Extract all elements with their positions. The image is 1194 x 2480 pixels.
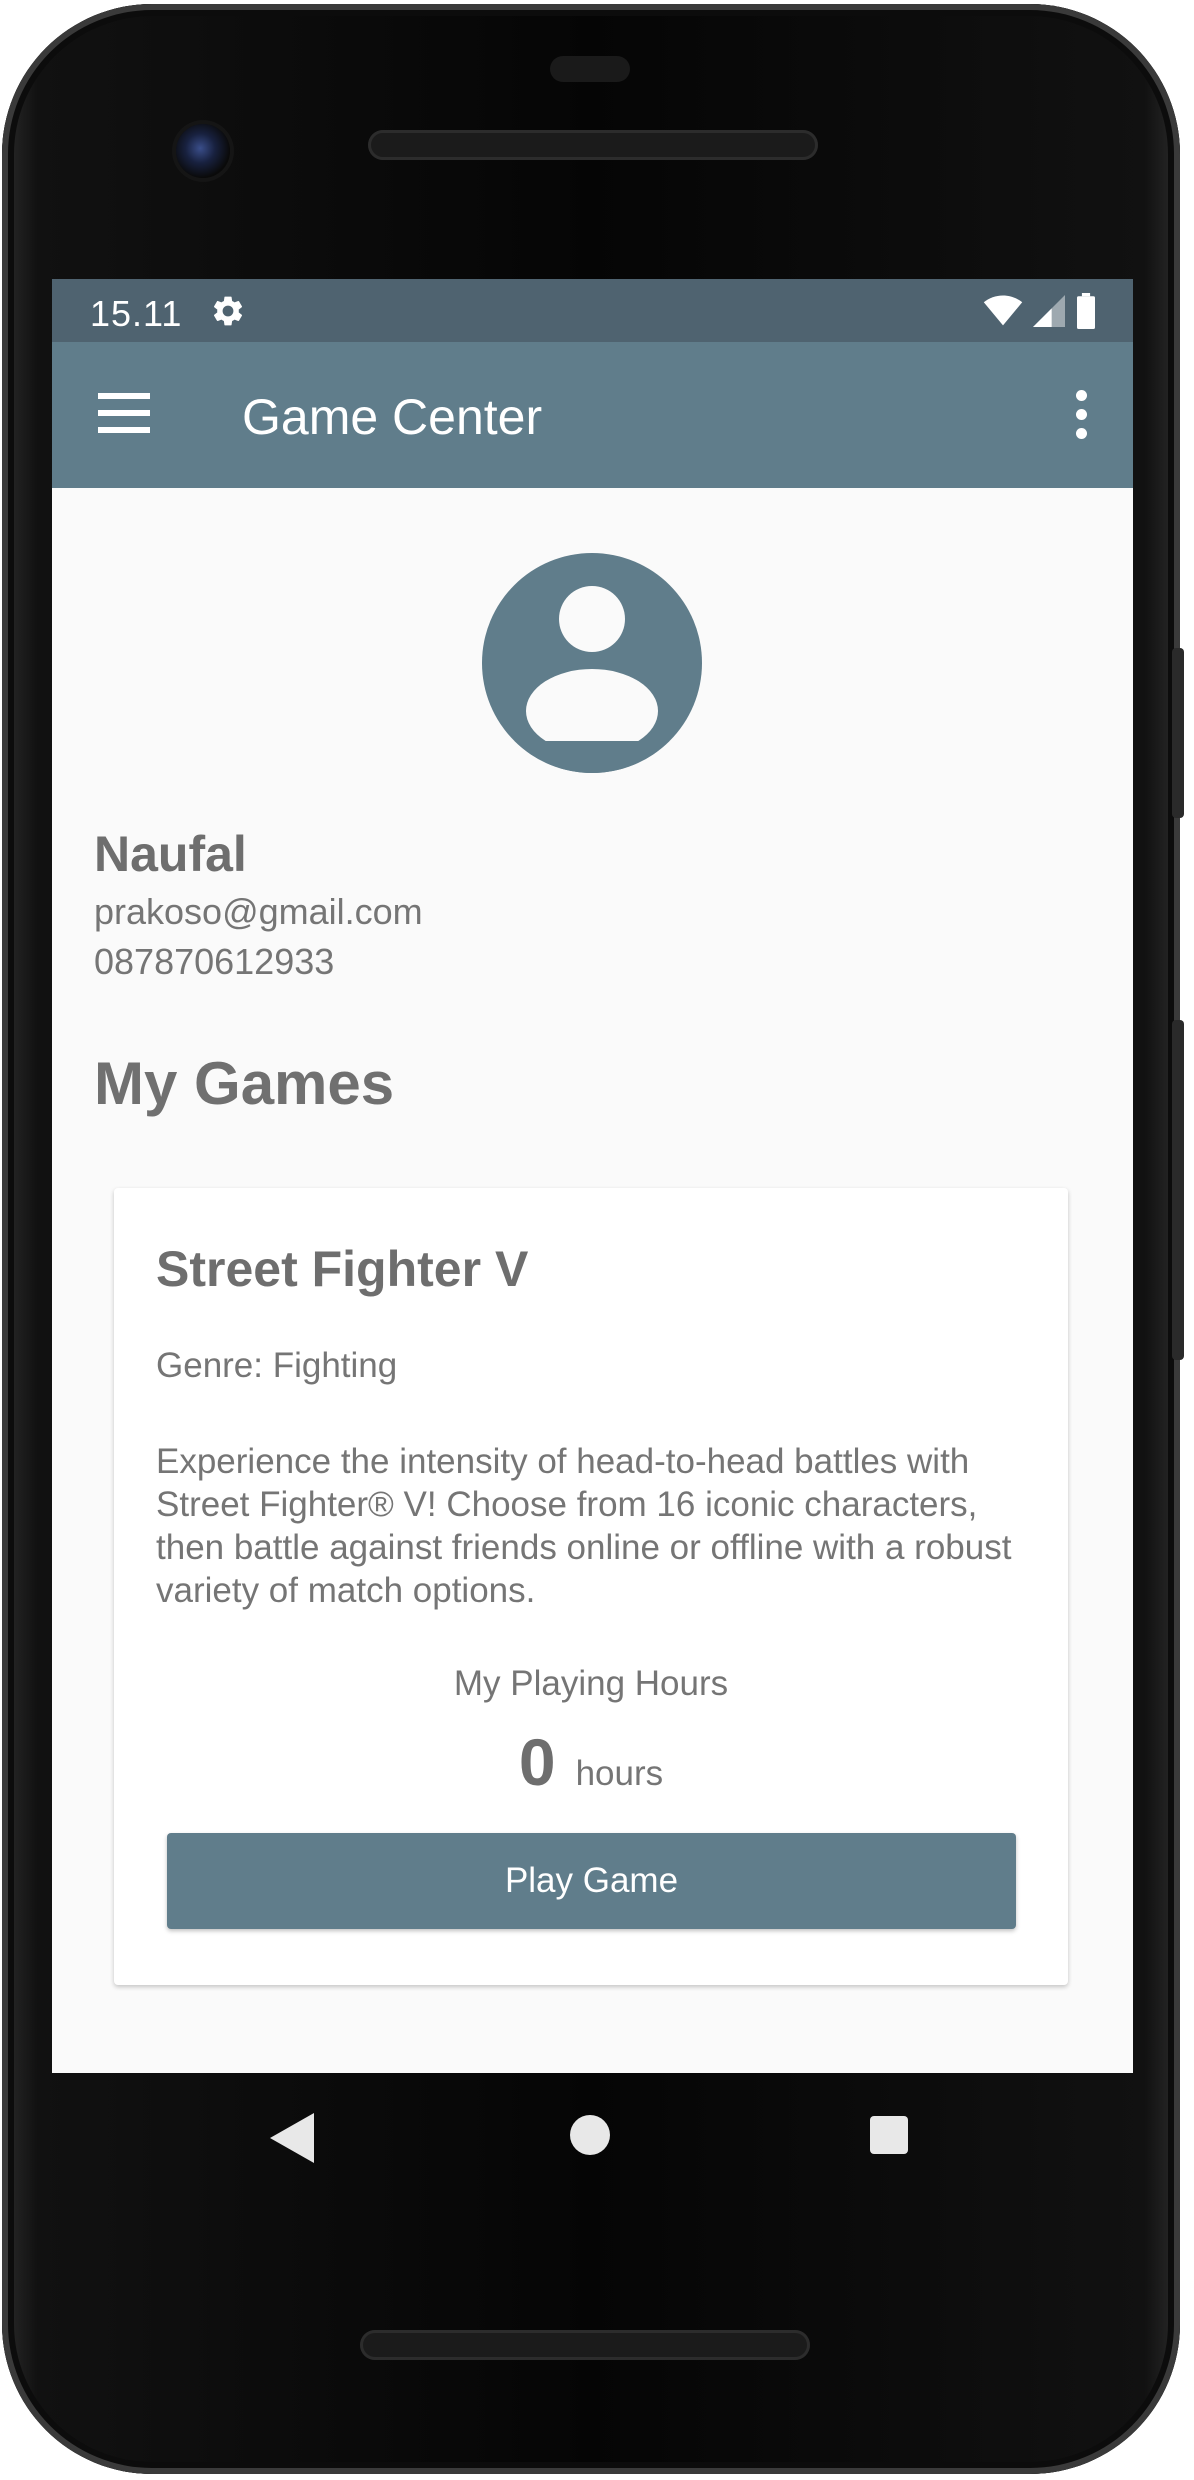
playing-hours-unit: hours bbox=[575, 1754, 664, 1793]
status-time: 15.11 bbox=[90, 293, 183, 334]
system-nav-bar bbox=[52, 2073, 1133, 2203]
status-bar: 15.11 bbox=[52, 279, 1133, 342]
volume-button bbox=[1172, 1020, 1184, 1360]
gear-icon bbox=[213, 296, 243, 326]
playing-hours-label: My Playing Hours bbox=[453, 1664, 729, 1703]
wifi-icon bbox=[983, 295, 1023, 326]
more-vert-icon[interactable] bbox=[1071, 390, 1091, 440]
menu-icon[interactable] bbox=[98, 393, 150, 433]
profile-email: prakoso@gmail.com bbox=[94, 891, 423, 932]
playing-hours: 0 hours bbox=[114, 1724, 1068, 1800]
game-card: Street Fighter V Genre: Fighting Experie… bbox=[114, 1188, 1068, 1985]
status-icons bbox=[983, 291, 1097, 331]
account-circle-icon bbox=[482, 553, 702, 773]
earpiece-speaker bbox=[368, 130, 818, 160]
my-games-title: My Games bbox=[94, 1050, 395, 1117]
game-description: Experience the intensity of head-to-head… bbox=[156, 1442, 1012, 1610]
profile-name: Naufal bbox=[94, 826, 247, 882]
game-genre: Genre: Fighting bbox=[156, 1346, 398, 1385]
home-icon[interactable] bbox=[570, 2115, 610, 2155]
signal-icon bbox=[1033, 295, 1065, 327]
recents-icon[interactable] bbox=[870, 2116, 908, 2154]
power-button bbox=[1172, 648, 1184, 818]
play-game-button[interactable]: Play Game bbox=[167, 1833, 1016, 1929]
app-title: Game Center bbox=[242, 389, 543, 445]
bottom-speaker bbox=[360, 2330, 810, 2360]
app-screen: 15.11 Game Center Naufal prakoso@gmail.c… bbox=[52, 279, 1133, 2073]
front-camera bbox=[176, 124, 230, 178]
playing-hours-value: 0 bbox=[518, 1725, 556, 1799]
proximity-sensor bbox=[550, 56, 630, 82]
app-bar: Game Center bbox=[52, 342, 1133, 488]
game-title: Street Fighter V bbox=[156, 1241, 529, 1297]
profile-phone: 087870612933 bbox=[94, 941, 335, 982]
battery-icon bbox=[1077, 293, 1095, 329]
back-icon[interactable] bbox=[270, 2113, 314, 2163]
